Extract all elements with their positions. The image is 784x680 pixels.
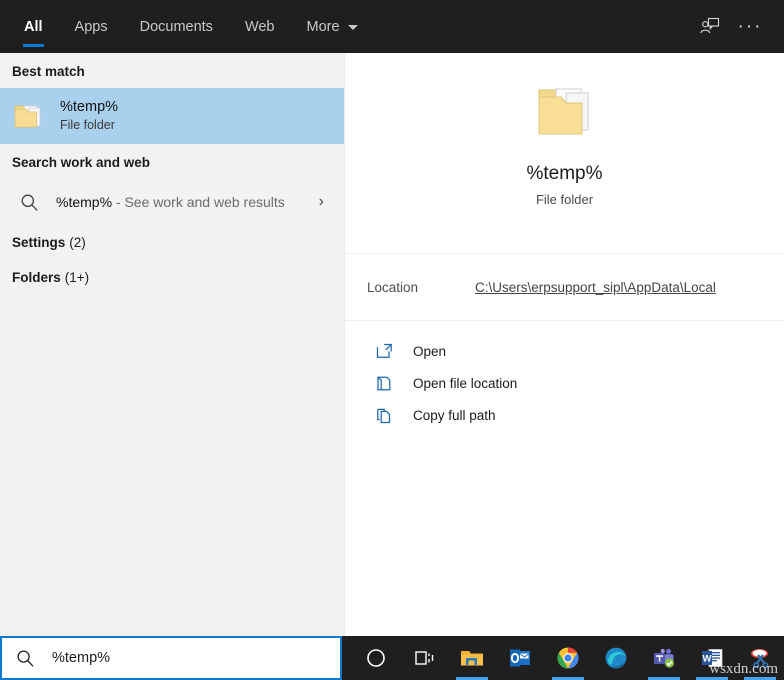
preview-header: %temp% File folder: [345, 53, 784, 207]
action-open-label: Open: [413, 343, 447, 359]
search-filter-bar: All Apps Documents Web More ···: [0, 0, 784, 53]
taskbar-word-button[interactable]: W: [688, 636, 736, 680]
location-row: Location C:\Users\erpsupport_sipl\AppDat…: [345, 254, 784, 320]
folder-icon: [533, 80, 597, 142]
folder-icon: [12, 98, 48, 134]
taskbar-cortana-button[interactable]: [352, 636, 400, 680]
tab-more-label: More: [306, 18, 340, 35]
file-explorer-icon: [461, 651, 483, 666]
windows-search-flyout: All Apps Documents Web More ··· Best mat…: [0, 0, 784, 680]
action-open-file-location[interactable]: Open file location: [345, 367, 784, 399]
result-item-title: %temp%: [60, 99, 119, 115]
search-input[interactable]: %temp%: [0, 636, 342, 680]
results-list-pane: Best match %temp% File folder Search wor…: [0, 53, 345, 636]
action-copy-full-path[interactable]: Copy full path: [345, 399, 784, 431]
search-web-heading: Search work and web: [0, 144, 344, 180]
action-copy-full-path-label: Copy full path: [413, 407, 496, 423]
edge-icon: [605, 647, 627, 669]
open-external-icon: [373, 341, 395, 361]
folders-heading-label: Folders: [12, 269, 61, 285]
taskbar-snipping-tool-button[interactable]: [736, 636, 784, 680]
search-input-value: %temp%: [52, 650, 111, 666]
web-result-label: %temp% - See work and web results: [56, 194, 285, 210]
topbar-right-controls: ···: [690, 0, 784, 53]
web-result-query: %temp%: [56, 194, 113, 210]
best-match-heading: Best match: [0, 55, 344, 88]
chevron-right-icon: ›: [318, 193, 324, 210]
folders-heading[interactable]: Folders (1+): [0, 260, 344, 294]
tab-web[interactable]: Web: [229, 0, 291, 53]
feedback-button[interactable]: [690, 7, 730, 47]
action-open-file-location-label: Open file location: [413, 375, 518, 391]
settings-heading-label: Settings: [12, 234, 66, 250]
chrome-icon: [557, 647, 579, 669]
cortana-icon: [367, 649, 385, 667]
search-web-heading-label: Search work and web: [12, 154, 151, 170]
location-path-link[interactable]: C:\Users\erpsupport_sipl\AppData\Local: [475, 280, 716, 295]
location-label: Location: [367, 279, 419, 295]
tab-apps-label: Apps: [74, 18, 108, 35]
snipping-tool-icon: [751, 648, 769, 669]
preview-pane: %temp% File folder Location C:\Users\erp…: [345, 53, 784, 636]
folders-count: (1+): [64, 269, 90, 285]
person-feedback-icon: [700, 17, 720, 33]
chevron-down-icon: [347, 25, 358, 30]
taskbar-outlook-button[interactable]: [496, 636, 544, 680]
settings-heading[interactable]: Settings (2): [0, 224, 344, 260]
best-match-heading-label: Best match: [12, 64, 85, 79]
word-icon: W: [702, 649, 723, 667]
taskbar-task-view-button[interactable]: [400, 636, 448, 680]
svg-text:W: W: [703, 653, 712, 664]
taskbar-teams-button[interactable]: [640, 636, 688, 680]
taskbar-file-explorer-button[interactable]: [448, 636, 496, 680]
web-result-suffix: - See work and web results: [112, 194, 285, 210]
result-item-text: %temp% File folder: [60, 98, 118, 134]
filter-tabs: All Apps Documents Web More: [0, 0, 374, 53]
ellipsis-icon: ···: [737, 15, 763, 37]
tab-more[interactable]: More: [291, 0, 374, 53]
search-results-area: Best match %temp% File folder Search wor…: [0, 53, 784, 636]
tab-web-label: Web: [244, 18, 275, 35]
preview-subtitle: File folder: [535, 192, 594, 207]
tab-all-label: All: [24, 18, 43, 35]
action-open[interactable]: Open: [345, 335, 784, 367]
taskbar-edge-button[interactable]: [592, 636, 640, 680]
preview-title: %temp%: [526, 163, 603, 184]
taskbar-icons: W wsxdn.com: [342, 636, 784, 680]
copy-icon: [373, 405, 395, 425]
task-view-icon: [415, 651, 434, 665]
overflow-menu-button[interactable]: ···: [730, 7, 770, 47]
settings-count: (2): [69, 234, 86, 250]
tab-apps[interactable]: Apps: [59, 0, 124, 53]
taskbar-chrome-button[interactable]: [544, 636, 592, 680]
result-item-subtitle: File folder: [60, 118, 115, 132]
folder-open-icon: [373, 373, 395, 393]
search-icon: [16, 649, 38, 668]
web-result-item[interactable]: %temp% - See work and web results ›: [0, 180, 344, 224]
tab-documents[interactable]: Documents: [124, 0, 229, 53]
taskbar: %temp% W wsxdn.com: [0, 636, 784, 680]
outlook-icon: [510, 649, 530, 667]
teams-icon: [654, 648, 674, 668]
tab-documents-label: Documents: [139, 18, 213, 35]
action-list: Open Open file location Copy full path: [345, 321, 784, 431]
result-item-temp-folder[interactable]: %temp% File folder: [0, 88, 344, 144]
tab-all[interactable]: All: [8, 0, 59, 53]
search-icon: [12, 184, 46, 220]
